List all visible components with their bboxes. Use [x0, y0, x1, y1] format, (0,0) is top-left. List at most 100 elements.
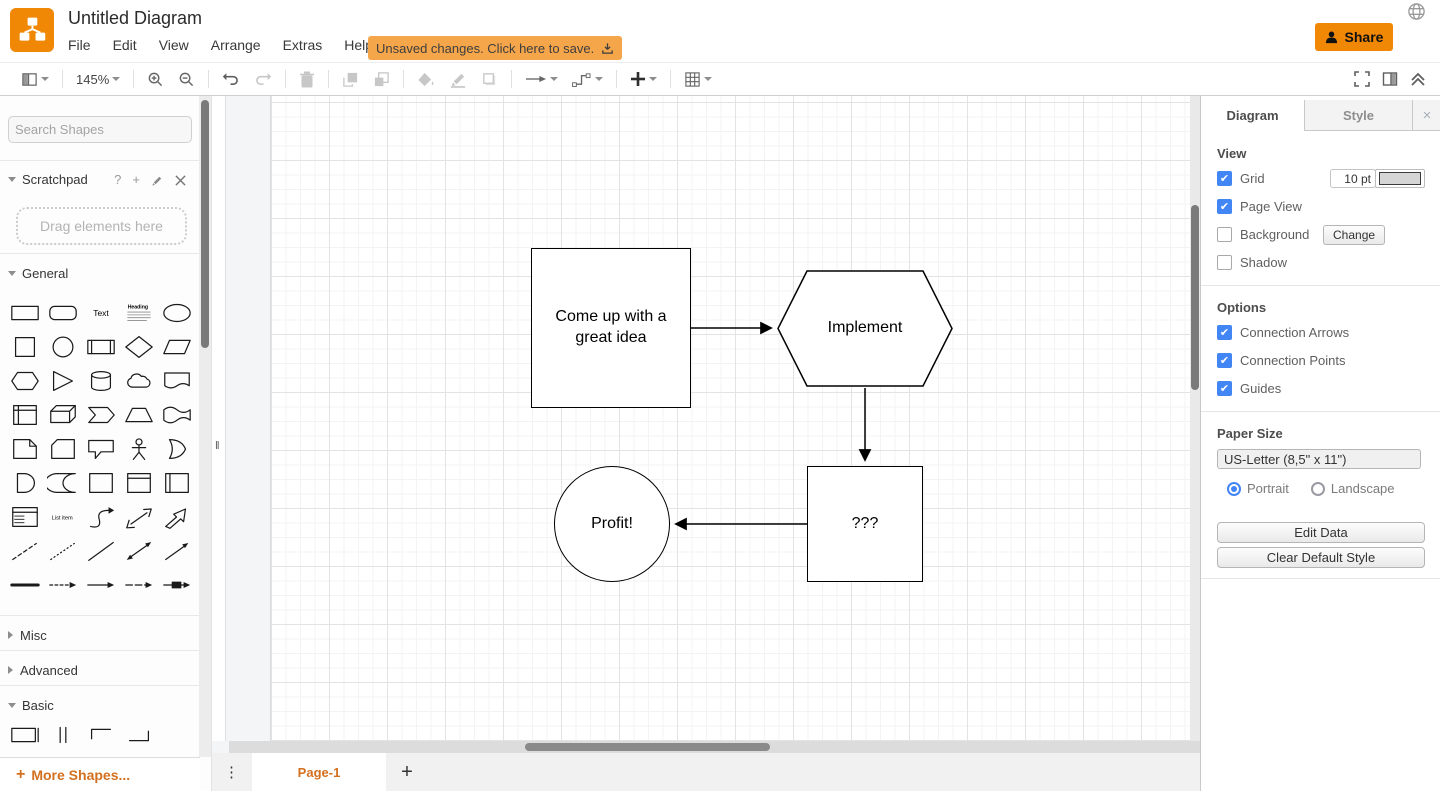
menu-view[interactable]: View	[159, 37, 189, 53]
sidebar-scrollbar-thumb[interactable]	[201, 100, 209, 348]
canvas-vertical-scrollbar[interactable]	[1190, 96, 1200, 741]
more-shapes-button[interactable]: + More Shapes...	[0, 757, 200, 791]
zoom-dropdown[interactable]: 145%	[69, 63, 127, 95]
shape-tape[interactable]	[158, 398, 196, 432]
connection-arrows-checkbox[interactable]: ✔	[1217, 325, 1232, 340]
sidebar-scrollbar[interactable]	[199, 96, 211, 757]
shape-parallelogram[interactable]	[158, 330, 196, 364]
shape-trapezoid[interactable]	[120, 398, 158, 432]
to-back-button[interactable]	[366, 63, 397, 95]
shape-corner-bottom-right[interactable]	[120, 718, 158, 752]
table-button[interactable]	[677, 63, 719, 95]
change-background-button[interactable]: Change	[1323, 225, 1385, 245]
connection-points-checkbox[interactable]: ✔	[1217, 353, 1232, 368]
shape-rounded-rectangle[interactable]	[44, 296, 82, 330]
canvas-area[interactable]: ‖ Come up with a great idea Implement ??…	[212, 96, 1200, 791]
shape-triangle[interactable]	[44, 364, 82, 398]
grid-color-swatch[interactable]	[1375, 169, 1425, 188]
page-view-checkbox[interactable]: ✔	[1217, 199, 1232, 214]
shape-textbox[interactable]: Heading	[120, 296, 158, 330]
tab-style[interactable]: Style	[1305, 100, 1413, 131]
zoom-in-button[interactable]	[140, 63, 171, 95]
shape-square[interactable]	[6, 330, 44, 364]
shape-callout[interactable]	[82, 432, 120, 466]
shape-circle[interactable]	[44, 330, 82, 364]
misc-section-header[interactable]: Misc	[0, 620, 200, 650]
shape-container[interactable]	[82, 466, 120, 500]
shadow-checkbox[interactable]	[1217, 255, 1232, 270]
basic-section-header[interactable]: Basic	[0, 690, 200, 720]
scratchpad-drop-zone[interactable]: Drag elements here	[16, 207, 187, 245]
fullscreen-icon[interactable]	[1354, 71, 1370, 87]
shape-dashed-arrow[interactable]	[44, 568, 82, 602]
redo-button[interactable]	[247, 63, 279, 95]
collapse-toolbar-icon[interactable]	[1410, 72, 1426, 86]
canvas-hscroll-thumb[interactable]	[525, 743, 770, 751]
shape-rectangle[interactable]	[6, 296, 44, 330]
shape-text[interactable]: Text	[82, 296, 120, 330]
shape-directional-connector[interactable]	[158, 534, 196, 568]
delete-button[interactable]	[292, 63, 322, 95]
scratchpad-close-icon[interactable]	[175, 175, 186, 186]
page-tab-page1[interactable]: Page-1	[252, 753, 386, 791]
shape-long-dash-arrow[interactable]	[120, 568, 158, 602]
shape-container-title[interactable]	[120, 466, 158, 500]
shape-vertical-bars[interactable]	[44, 718, 82, 752]
undo-button[interactable]	[215, 63, 247, 95]
grid-size-input[interactable]	[1330, 169, 1376, 188]
scratchpad-add-icon[interactable]: +	[132, 172, 140, 187]
menu-extras[interactable]: Extras	[283, 37, 323, 53]
scratchpad-section-header[interactable]: Scratchpad ? +	[0, 164, 200, 194]
shape-partial-rectangle[interactable]	[6, 718, 44, 752]
shape-internal-storage[interactable]	[6, 398, 44, 432]
shape-hexagon[interactable]	[6, 364, 44, 398]
scratchpad-edit-icon[interactable]	[151, 174, 164, 187]
menu-edit[interactable]: Edit	[113, 37, 137, 53]
shape-link[interactable]	[158, 568, 196, 602]
shape-document[interactable]	[158, 364, 196, 398]
menu-file[interactable]: File	[68, 37, 91, 53]
general-section-header[interactable]: General	[0, 258, 200, 288]
clear-default-style-button[interactable]: Clear Default Style	[1217, 547, 1425, 568]
landscape-radio[interactable]: Landscape	[1311, 481, 1395, 496]
shape-ellipse[interactable]	[158, 296, 196, 330]
edit-data-button[interactable]: Edit Data	[1217, 522, 1425, 543]
unsaved-changes-banner[interactable]: Unsaved changes. Click here to save.	[368, 36, 622, 60]
shape-line[interactable]	[82, 534, 120, 568]
paper-size-select[interactable]: US-Letter (8,5" x 11")	[1217, 449, 1421, 469]
shape-note[interactable]	[6, 432, 44, 466]
menu-arrange[interactable]: Arrange	[211, 37, 261, 53]
shape-bidirectional-arrow[interactable]	[120, 500, 158, 534]
add-page-button[interactable]: +	[386, 753, 428, 791]
share-button[interactable]: Share	[1315, 23, 1393, 51]
shape-cube[interactable]	[44, 398, 82, 432]
node-question[interactable]: ???	[807, 466, 923, 582]
fill-color-button[interactable]	[410, 63, 442, 95]
canvas-vscroll-thumb[interactable]	[1191, 205, 1199, 390]
drawing-page[interactable]	[270, 96, 1192, 741]
shape-cloud[interactable]	[120, 364, 158, 398]
guides-checkbox[interactable]: ✔	[1217, 381, 1232, 396]
shape-diamond[interactable]	[120, 330, 158, 364]
search-input[interactable]	[9, 122, 197, 137]
shape-thin-arrow[interactable]	[82, 568, 120, 602]
shadow-button[interactable]	[474, 63, 505, 95]
view-panels-button[interactable]	[14, 63, 56, 95]
shape-cylinder[interactable]	[82, 364, 120, 398]
background-checkbox[interactable]	[1217, 227, 1232, 242]
portrait-radio[interactable]: Portrait	[1227, 481, 1289, 496]
to-front-button[interactable]	[335, 63, 366, 95]
shape-process[interactable]	[82, 330, 120, 364]
shape-corner-top-left[interactable]	[82, 718, 120, 752]
shape-curve[interactable]	[82, 500, 120, 534]
shape-bidirectional-connector[interactable]	[120, 534, 158, 568]
advanced-section-header[interactable]: Advanced	[0, 655, 200, 685]
shape-dashed-line[interactable]	[6, 534, 44, 568]
shape-or[interactable]	[158, 432, 196, 466]
shape-vertical-container[interactable]	[158, 466, 196, 500]
connection-style-button[interactable]	[518, 63, 565, 95]
shape-step[interactable]	[82, 398, 120, 432]
insert-button[interactable]	[623, 63, 664, 95]
scratchpad-help-icon[interactable]: ?	[114, 172, 121, 187]
grid-checkbox[interactable]: ✔	[1217, 171, 1232, 186]
